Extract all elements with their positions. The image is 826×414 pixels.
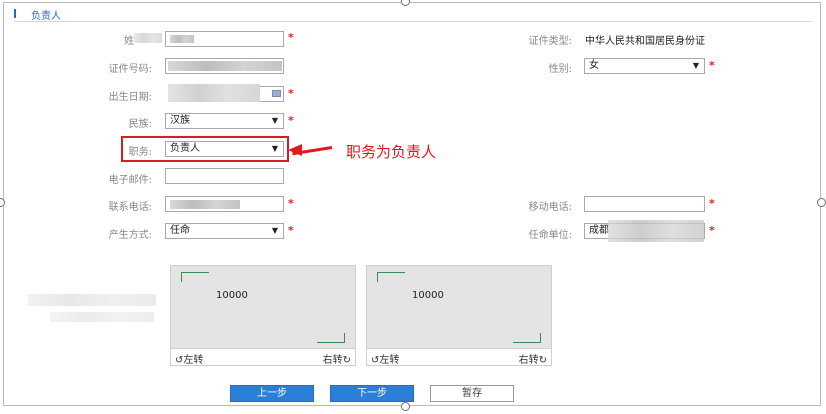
- section-title: 负责人: [31, 11, 61, 22]
- unit-required: *: [709, 224, 715, 237]
- mobile-input[interactable]: [584, 196, 705, 212]
- prev-step-button[interactable]: 上一步: [230, 385, 314, 402]
- rotate-bar: ↺左转 右转↻: [171, 348, 355, 366]
- id-photo-label-blur-2: [50, 312, 154, 322]
- birthdate-required: *: [288, 87, 294, 100]
- id-card-back[interactable]: 10000 ↺左转 右转↻: [366, 265, 552, 366]
- next-step-button[interactable]: 下一步: [330, 385, 414, 402]
- rotate-left-button[interactable]: ↺左转: [371, 351, 399, 366]
- email-label: 电子邮件:: [108, 175, 152, 186]
- method-select[interactable]: 任命 ▼: [165, 223, 284, 239]
- rotate-right-button[interactable]: 右转↻: [519, 351, 547, 366]
- resize-handle-bottom[interactable]: [401, 402, 410, 411]
- surname-required: *: [288, 31, 294, 44]
- method-label: 产生方式:: [108, 230, 152, 241]
- unit-value-blur: [608, 220, 704, 242]
- rotate-left-button[interactable]: ↺左转: [175, 351, 203, 366]
- birthdate-label: 出生日期:: [108, 92, 152, 103]
- chevron-down-icon: ▼: [271, 116, 278, 125]
- ethnicity-select-value: 汉族: [170, 115, 190, 126]
- id-photo-label-blur: [28, 294, 156, 306]
- method-select-value: 任命: [170, 225, 190, 236]
- save-draft-button[interactable]: 暂存: [430, 385, 514, 402]
- crop-corner-top-left: [377, 272, 405, 282]
- id-card-front[interactable]: 10000 ↺左转 右转↻: [170, 265, 356, 366]
- calendar-icon[interactable]: [272, 90, 281, 97]
- rotate-cw-icon: ↻: [538, 355, 547, 366]
- resize-handle-right[interactable]: [817, 198, 826, 207]
- rotate-right-button[interactable]: 右转↻: [323, 351, 351, 366]
- chevron-down-icon: ▼: [692, 61, 699, 70]
- id-type-label: 证件类型:: [528, 36, 572, 47]
- phone-required: *: [288, 197, 294, 210]
- id-number-label: 证件号码:: [108, 64, 152, 75]
- phone-value-blur: [170, 200, 240, 209]
- surname-value-blur: [170, 35, 194, 43]
- unit-input-value: 成都: [589, 225, 609, 236]
- section-accent-bar: [14, 9, 16, 18]
- gender-select[interactable]: 女 ▼: [584, 58, 705, 74]
- section-divider: [14, 21, 812, 22]
- mobile-required: *: [709, 197, 715, 210]
- id-type-value: 中华人民共和国居民身份证: [585, 36, 705, 47]
- ethnicity-label: 民族:: [128, 119, 152, 130]
- id-card-front-number: 10000: [216, 290, 248, 301]
- id-number-value-blur: [168, 61, 282, 71]
- birthdate-blur: [168, 84, 260, 102]
- rotate-bar: ↺左转 右转↻: [367, 348, 551, 366]
- surname-label-blur: [134, 33, 162, 43]
- crop-corner-bottom-right: [513, 333, 541, 343]
- rotate-cw-icon: ↻: [342, 355, 351, 366]
- crop-corner-bottom-right: [317, 333, 345, 343]
- annotation-arrow-head: [288, 144, 302, 156]
- email-input[interactable]: [165, 168, 284, 184]
- crop-corner-top-left: [181, 272, 209, 282]
- gender-label: 性别:: [548, 64, 572, 75]
- ethnicity-select[interactable]: 汉族 ▼: [165, 113, 284, 129]
- unit-label: 任命单位:: [528, 230, 572, 241]
- annotation-text: 职务为负责人: [346, 143, 437, 161]
- surname-label: 姓: [124, 36, 134, 47]
- method-required: *: [288, 224, 294, 237]
- highlight-box: [121, 136, 289, 162]
- gender-required: *: [709, 59, 715, 72]
- chevron-down-icon: ▼: [271, 226, 278, 235]
- id-card-back-number: 10000: [412, 290, 444, 301]
- ethnicity-required: *: [288, 114, 294, 127]
- gender-select-value: 女: [589, 60, 599, 71]
- phone-label: 联系电话:: [108, 202, 152, 213]
- mobile-label: 移动电话:: [528, 202, 572, 213]
